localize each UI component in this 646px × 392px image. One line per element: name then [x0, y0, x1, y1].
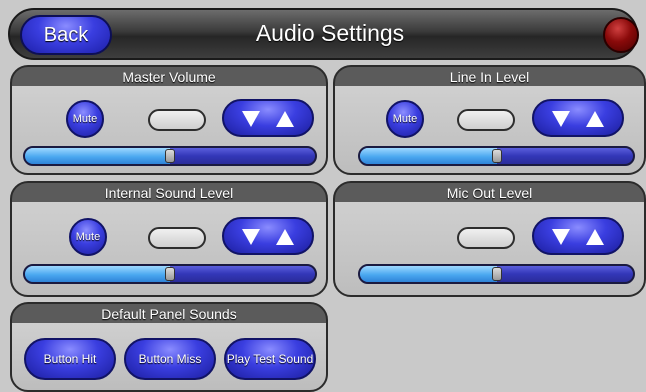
mic-out-slider-thumb[interactable]: [491, 267, 502, 281]
down-arrow-icon: [242, 111, 260, 127]
up-arrow-icon: [276, 229, 294, 245]
internal-sound-level-title: Internal Sound Level: [104, 185, 234, 201]
internal-sound-slider[interactable]: [23, 264, 317, 284]
master-volume-slider[interactable]: [23, 146, 317, 166]
internal-sound-level-display: [148, 227, 206, 249]
down-arrow-icon: [242, 229, 260, 245]
line-in-level-display: [457, 109, 515, 131]
down-arrow-icon: [552, 229, 570, 245]
internal-sound-updown-button[interactable]: [222, 217, 314, 255]
page-title: Audio Settings: [255, 20, 405, 46]
internal-sound-mute-button[interactable]: Mute: [69, 218, 107, 256]
master-volume-slider-thumb[interactable]: [165, 149, 175, 163]
internal-sound-slider-thumb[interactable]: [165, 267, 175, 281]
button-miss-button[interactable]: Button Miss: [124, 338, 216, 380]
mic-out-level-title: Mic Out Level: [446, 185, 533, 201]
button-hit-button[interactable]: Button Hit: [24, 338, 116, 380]
line-in-slider-thumb[interactable]: [491, 149, 502, 163]
up-arrow-icon: [586, 111, 604, 127]
line-in-level-title: Line In Level: [449, 69, 530, 85]
up-arrow-icon: [276, 111, 294, 127]
line-in-updown-button[interactable]: [532, 99, 624, 137]
line-in-slider-fill: [360, 148, 497, 164]
mic-out-slider-fill: [360, 266, 497, 282]
master-volume-slider-fill: [25, 148, 170, 164]
play-test-sound-button[interactable]: Play Test Sound: [224, 338, 316, 380]
mic-out-slider[interactable]: [358, 264, 635, 284]
mic-out-updown-button[interactable]: [532, 217, 624, 255]
internal-sound-slider-fill: [25, 266, 170, 282]
default-panel-sounds-title: Default Panel Sounds: [101, 306, 237, 322]
master-volume-title: Master Volume: [122, 69, 216, 85]
master-volume-updown-button[interactable]: [222, 99, 314, 137]
back-button[interactable]: Back: [20, 15, 112, 55]
mic-out-level-display: [457, 227, 515, 249]
line-in-slider[interactable]: [358, 146, 635, 166]
line-in-mute-button[interactable]: Mute: [386, 100, 424, 138]
audio-settings-screen: Back Audio Settings Master Volume Mute L…: [0, 0, 646, 392]
up-arrow-icon: [586, 229, 604, 245]
master-volume-mute-button[interactable]: Mute: [66, 100, 104, 138]
status-led-icon: [603, 17, 639, 53]
master-volume-level-display: [148, 109, 206, 131]
down-arrow-icon: [552, 111, 570, 127]
